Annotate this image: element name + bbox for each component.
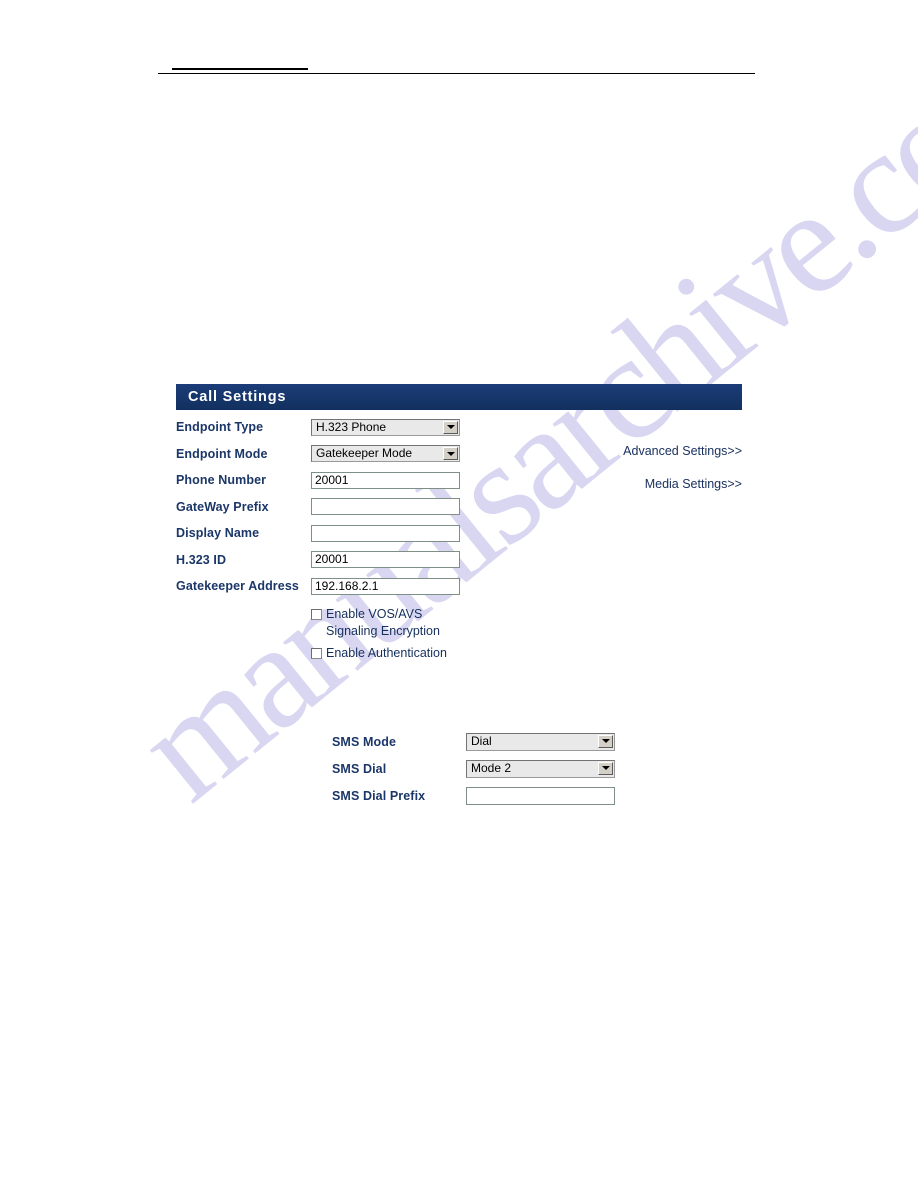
chevron-down-icon[interactable] xyxy=(443,420,458,434)
link-media-settings[interactable]: Media Settings>> xyxy=(606,477,742,491)
label-gateway-prefix: GateWay Prefix xyxy=(176,499,269,514)
checkbox-label-enable-authentication: Enable Authentication xyxy=(326,645,447,660)
link-advanced-settings[interactable]: Advanced Settings>> xyxy=(606,444,742,458)
page-header-rules xyxy=(0,0,918,90)
checkbox-label-vos-avs-encryption: Enable VOS/AVS Signaling Encryption xyxy=(326,606,440,638)
chevron-down-icon[interactable] xyxy=(443,447,458,461)
chevron-down-icon[interactable] xyxy=(598,761,613,775)
label-sms-mode: SMS Mode xyxy=(332,734,396,749)
label-sms-dial: SMS Dial xyxy=(332,761,387,776)
chevron-down-icon[interactable] xyxy=(598,734,613,748)
input-phone-number[interactable]: 20001 xyxy=(311,471,460,489)
form-row-sms-mode: SMS Mode Dial xyxy=(332,728,615,755)
select-sms-mode-value: Dial xyxy=(471,734,492,748)
panel-side-links: Advanced Settings>> Media Settings>> xyxy=(606,444,742,491)
input-gatekeeper-address[interactable]: 192.168.2.1 xyxy=(311,577,460,595)
checkbox-row-enable-authentication[interactable]: Enable Authentication xyxy=(311,645,742,662)
sms-settings-section: SMS Mode Dial SMS Dial Mode 2 SMS Dial P… xyxy=(332,728,615,809)
call-settings-panel: Call Settings Endpoint Type H.323 Phone … xyxy=(176,384,742,662)
header-rule-full xyxy=(158,73,755,74)
form-row-h323-id: H.323 ID 20001 xyxy=(176,547,742,574)
form-row-gateway-prefix: GateWay Prefix xyxy=(176,494,742,521)
checkbox-row-vos-avs-encryption[interactable]: Enable VOS/AVS Signaling Encryption xyxy=(311,606,742,640)
form-row-sms-dial: SMS Dial Mode 2 xyxy=(332,755,615,782)
form-row-display-name: Display Name xyxy=(176,520,742,547)
label-display-name: Display Name xyxy=(176,526,260,541)
select-endpoint-type[interactable]: H.323 Phone xyxy=(311,418,460,436)
call-settings-checkboxes: Enable VOS/AVS Signaling Encryption Enab… xyxy=(176,606,742,662)
input-sms-dial-prefix[interactable] xyxy=(466,786,615,805)
select-sms-mode[interactable]: Dial xyxy=(466,732,615,751)
select-endpoint-mode[interactable]: Gatekeeper Mode xyxy=(311,445,460,463)
form-row-gatekeeper-address: Gatekeeper Address 192.168.2.1 xyxy=(176,573,742,600)
label-h323-id: H.323 ID xyxy=(176,552,227,567)
label-sms-dial-prefix: SMS Dial Prefix xyxy=(332,788,426,803)
label-endpoint-mode: Endpoint Mode xyxy=(176,446,268,461)
select-endpoint-type-value: H.323 Phone xyxy=(316,419,387,434)
panel-title: Call Settings xyxy=(176,384,742,410)
form-row-sms-dial-prefix: SMS Dial Prefix xyxy=(332,782,615,809)
label-gatekeeper-address: Gatekeeper Address xyxy=(176,579,299,594)
checkbox-icon[interactable] xyxy=(311,647,322,659)
input-display-name[interactable] xyxy=(311,524,460,542)
select-sms-dial[interactable]: Mode 2 xyxy=(466,759,615,778)
select-endpoint-mode-value: Gatekeeper Mode xyxy=(316,446,413,461)
header-rule-short xyxy=(172,68,308,70)
input-gateway-prefix[interactable] xyxy=(311,498,460,516)
checkbox-icon[interactable] xyxy=(311,608,322,620)
call-settings-form: Endpoint Type H.323 Phone Endpoint Mode … xyxy=(176,410,742,662)
label-endpoint-type: Endpoint Type xyxy=(176,420,264,435)
select-sms-dial-value: Mode 2 xyxy=(471,761,512,775)
form-row-endpoint-type: Endpoint Type H.323 Phone xyxy=(176,414,742,441)
label-phone-number: Phone Number xyxy=(176,473,267,488)
input-h323-id[interactable]: 20001 xyxy=(311,551,460,569)
